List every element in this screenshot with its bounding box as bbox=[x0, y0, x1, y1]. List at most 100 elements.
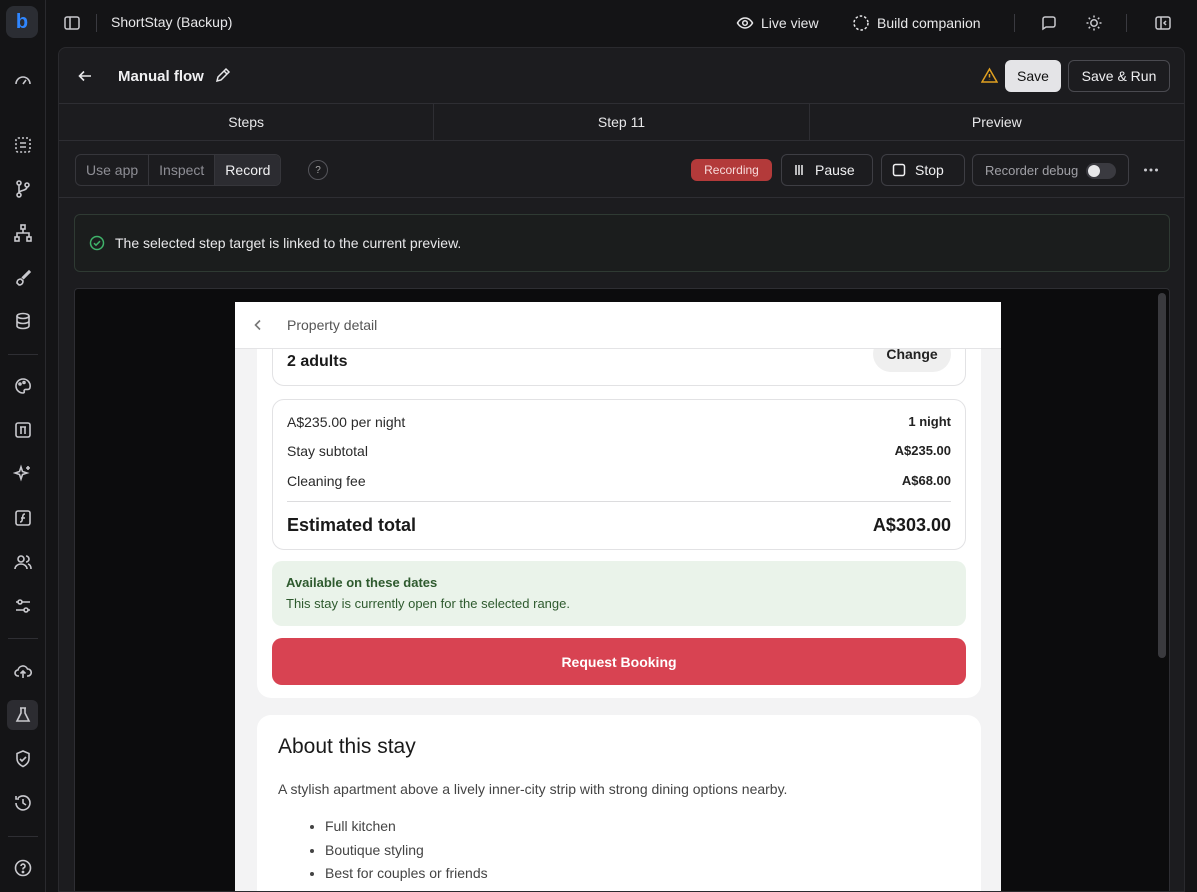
list-item: Best for couples or friends bbox=[325, 862, 488, 886]
mode-inspect[interactable]: Inspect bbox=[149, 155, 216, 185]
sidebar-toggle-icon[interactable] bbox=[63, 14, 81, 32]
recording-status-badge: Recording bbox=[691, 159, 772, 181]
estimated-total-row: Estimated total A$303.00 bbox=[287, 515, 951, 536]
palette-icon[interactable] bbox=[13, 376, 33, 396]
availability-banner: Available on these dates This stay is cu… bbox=[272, 561, 966, 626]
chevron-left-icon[interactable] bbox=[251, 318, 265, 332]
sliders-icon[interactable] bbox=[13, 596, 33, 616]
paint-brush-icon[interactable] bbox=[13, 267, 33, 287]
pause-button[interactable]: Pause bbox=[781, 154, 873, 186]
live-view-button[interactable]: Live view bbox=[736, 12, 819, 34]
help-circle-icon[interactable] bbox=[13, 858, 33, 878]
more-options-icon[interactable] bbox=[1142, 161, 1160, 179]
users-icon[interactable] bbox=[13, 552, 33, 572]
request-booking-button[interactable]: Request Booking bbox=[272, 638, 966, 685]
price-row: Stay subtotal A$235.00 bbox=[287, 443, 951, 459]
tab-steps[interactable]: Steps bbox=[59, 104, 435, 140]
list-item: Full kitchen bbox=[325, 815, 488, 839]
function-icon[interactable] bbox=[13, 508, 33, 528]
total-value: A$303.00 bbox=[872, 515, 951, 535]
recorder-toolbar: Use app Inspect Record ? Recording Pause… bbox=[59, 141, 1184, 198]
link-status-notice: The selected step target is linked to th… bbox=[74, 214, 1170, 272]
feedback-icon[interactable] bbox=[1040, 14, 1058, 32]
pause-icon bbox=[792, 163, 806, 177]
price-row: Cleaning fee A$68.00 bbox=[287, 473, 951, 489]
mode-segmented-control: Use app Inspect Record bbox=[75, 154, 282, 186]
topbar-divider bbox=[1126, 14, 1127, 32]
top-bar: ShortStay (Backup) Live view Build compa… bbox=[46, 0, 1197, 46]
mode-use-app[interactable]: Use app bbox=[76, 155, 150, 185]
total-label: Estimated total bbox=[287, 515, 417, 535]
list-icon[interactable] bbox=[13, 135, 33, 155]
price-row-value: A$235.00 bbox=[894, 443, 951, 458]
build-companion-button[interactable]: Build companion bbox=[852, 12, 981, 34]
warning-icon[interactable] bbox=[981, 67, 998, 84]
dashed-circle-icon bbox=[852, 14, 870, 32]
panel-toggle-icon[interactable] bbox=[1154, 14, 1172, 32]
database-icon[interactable] bbox=[13, 311, 33, 331]
stop-button[interactable]: Stop bbox=[881, 154, 965, 186]
app-title: ShortStay (Backup) bbox=[111, 14, 233, 30]
flask-icon[interactable] bbox=[7, 700, 38, 730]
about-card: About this stay A stylish apartment abov… bbox=[257, 715, 981, 891]
back-arrow-icon[interactable] bbox=[77, 68, 93, 84]
sitemap-icon[interactable] bbox=[13, 223, 33, 243]
mobile-app-preview: Property detail 2 adults Change A$235.00… bbox=[235, 302, 1001, 891]
shield-check-icon[interactable] bbox=[13, 749, 33, 769]
feature-list: Full kitchen Boutique styling Best for c… bbox=[325, 815, 488, 886]
preview-page-title: Property detail bbox=[287, 317, 378, 333]
preview-header: Property detail bbox=[235, 302, 1001, 349]
cloud-upload-icon[interactable] bbox=[13, 661, 33, 681]
left-rail: b bbox=[0, 0, 46, 892]
rail-divider bbox=[8, 836, 38, 837]
save-button[interactable]: Save bbox=[1005, 60, 1061, 92]
formula-icon[interactable] bbox=[13, 420, 33, 440]
price-row-label: Stay subtotal bbox=[287, 443, 368, 459]
about-description: A stylish apartment above a lively inner… bbox=[278, 781, 788, 797]
flow-title: Manual flow bbox=[118, 68, 204, 85]
check-circle-icon bbox=[89, 235, 105, 251]
rail-divider bbox=[8, 354, 38, 355]
git-branch-icon[interactable] bbox=[13, 179, 33, 199]
price-row-label: Cleaning fee bbox=[287, 473, 366, 489]
tab-preview[interactable]: Preview bbox=[810, 104, 1184, 140]
sparkles-icon[interactable] bbox=[13, 464, 33, 484]
eye-icon bbox=[736, 14, 754, 32]
history-icon[interactable] bbox=[13, 793, 33, 813]
recorder-debug-label: Recorder debug bbox=[985, 162, 1079, 178]
topbar-divider bbox=[96, 14, 97, 32]
preview-scrollbar[interactable] bbox=[1158, 293, 1166, 658]
edit-pencil-icon[interactable] bbox=[215, 67, 231, 83]
notice-text: The selected step target is linked to th… bbox=[115, 235, 462, 251]
pause-label: Pause bbox=[815, 162, 855, 178]
stop-label: Stop bbox=[915, 162, 944, 178]
tab-step-11[interactable]: Step 11 bbox=[434, 104, 810, 140]
guest-count: 2 adults bbox=[287, 353, 348, 370]
price-row-value: A$68.00 bbox=[901, 473, 951, 488]
help-button[interactable]: ? bbox=[308, 160, 328, 180]
app-preview-frame: Property detail 2 adults Change A$235.00… bbox=[74, 288, 1170, 891]
rail-divider bbox=[8, 638, 38, 639]
stop-icon bbox=[892, 163, 906, 177]
editor-tabs: Steps Step 11 Preview bbox=[59, 104, 1184, 141]
about-title: About this stay bbox=[278, 735, 416, 758]
topbar-divider bbox=[1014, 14, 1015, 32]
price-divider bbox=[287, 501, 951, 502]
price-row-value: 1 night bbox=[908, 414, 951, 429]
dashboard-gauge-icon[interactable] bbox=[13, 70, 33, 90]
flow-editor-panel: Manual flow Save Save & Run Steps Step 1… bbox=[58, 47, 1185, 892]
availability-title: Available on these dates bbox=[286, 575, 438, 590]
price-row: A$235.00 per night 1 night bbox=[287, 414, 951, 430]
recorder-debug-toggle[interactable] bbox=[1086, 163, 1116, 179]
flow-header: Manual flow Save Save & Run bbox=[59, 48, 1184, 104]
sun-icon[interactable] bbox=[1085, 14, 1103, 32]
recorder-debug-control: Recorder debug bbox=[972, 154, 1129, 186]
price-breakdown: A$235.00 per night 1 night Stay subtotal… bbox=[272, 399, 966, 550]
price-row-label: A$235.00 per night bbox=[287, 414, 406, 430]
list-item: Boutique styling bbox=[325, 839, 488, 863]
booking-card: 2 adults Change A$235.00 per night 1 nig… bbox=[257, 302, 981, 698]
save-and-run-button[interactable]: Save & Run bbox=[1068, 60, 1170, 92]
app-logo-icon[interactable]: b bbox=[6, 6, 38, 38]
mode-record[interactable]: Record bbox=[215, 155, 281, 185]
live-view-label: Live view bbox=[761, 15, 819, 31]
